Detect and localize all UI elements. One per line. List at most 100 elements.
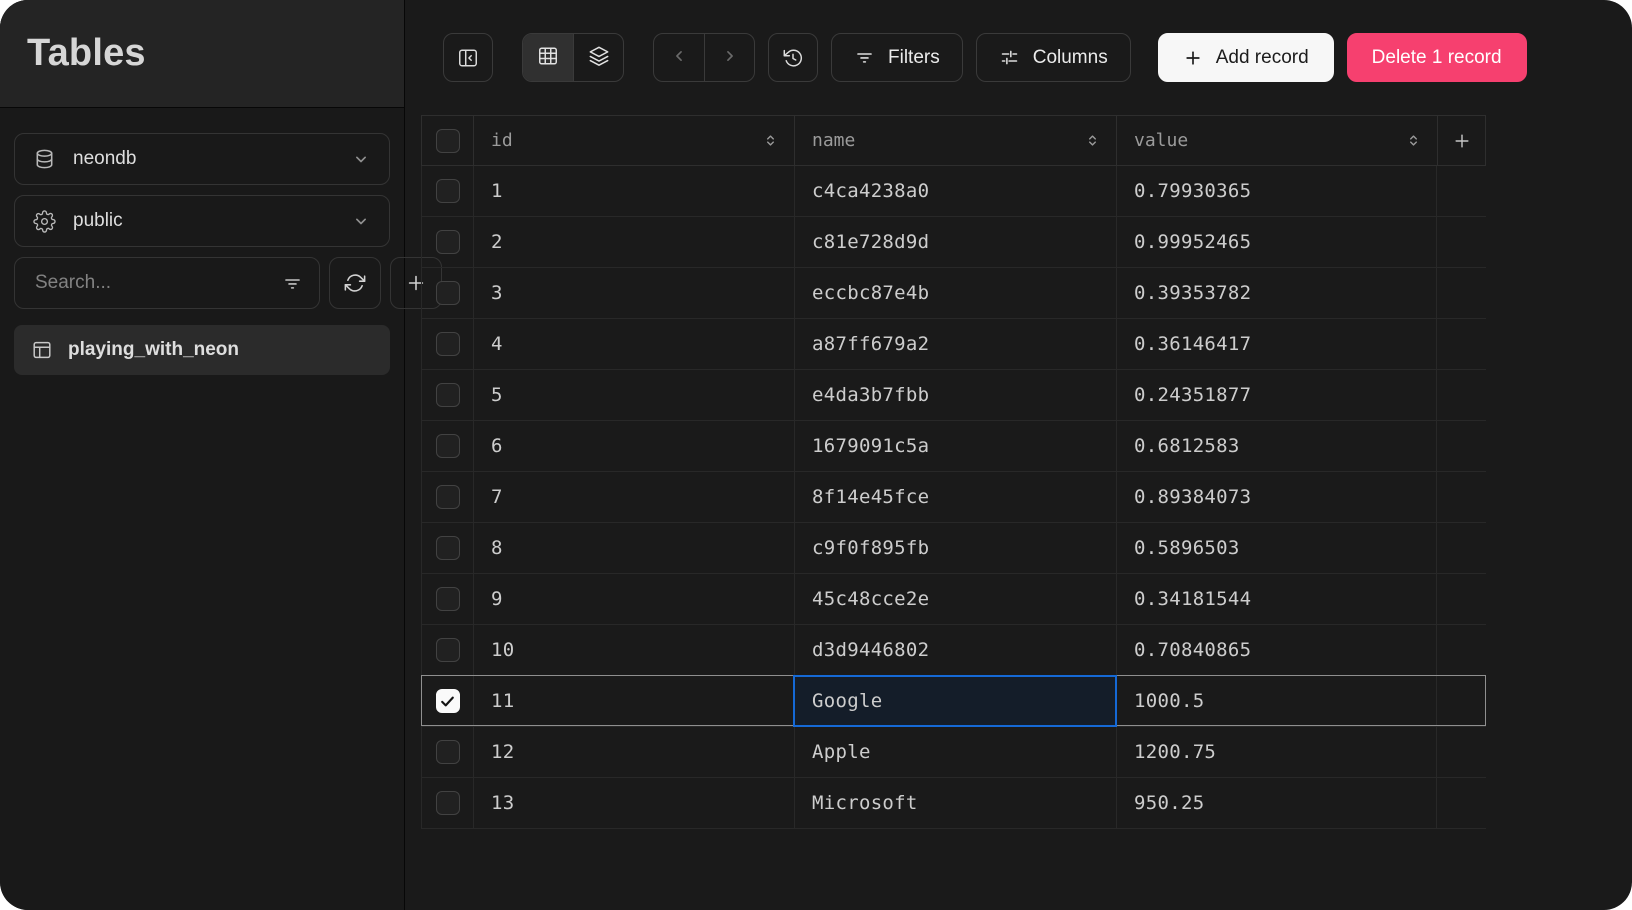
schema-select[interactable]: public: [14, 195, 390, 247]
cell-id[interactable]: 4: [473, 319, 794, 369]
row-checkbox[interactable]: [435, 230, 460, 254]
cell-value[interactable]: 0.34181544: [1116, 574, 1437, 624]
cell-name[interactable]: c9f0f895fb: [794, 523, 1116, 573]
select-all-checkbox[interactable]: [435, 128, 460, 153]
row-checkbox[interactable]: [435, 587, 460, 611]
cell-name[interactable]: 8f14e45fce: [794, 472, 1116, 522]
table-row[interactable]: 6 1679091c5a 0.6812583: [421, 421, 1486, 472]
cell-value[interactable]: 0.6812583: [1116, 421, 1437, 471]
table-row[interactable]: 12 Apple 1200.75: [421, 727, 1486, 778]
cell-value[interactable]: 0.5896503: [1116, 523, 1437, 573]
cell-name[interactable]: a87ff679a2: [794, 319, 1116, 369]
chevron-left-icon: [669, 46, 689, 69]
cell-value[interactable]: 0.36146417: [1116, 319, 1437, 369]
row-checkbox[interactable]: [435, 383, 460, 407]
row-checkbox[interactable]: [435, 638, 460, 662]
table-row[interactable]: 1 c4ca4238a0 0.79930365: [421, 166, 1486, 217]
collapse-sidebar-button[interactable]: [443, 33, 493, 82]
schema-select-label: public: [73, 210, 123, 231]
cell-id[interactable]: 1: [473, 166, 794, 216]
table-row[interactable]: 2 c81e728d9d 0.99952465: [421, 217, 1486, 268]
delete-record-button[interactable]: Delete 1 record: [1346, 33, 1527, 82]
cell-id[interactable]: 8: [473, 523, 794, 573]
add-record-button-label: Add record: [1215, 46, 1309, 68]
cell-name[interactable]: 1679091c5a: [794, 421, 1116, 471]
sidebar-item-table[interactable]: playing_with_neon: [14, 325, 390, 375]
column-header-name[interactable]: name: [794, 116, 1116, 165]
cell-value[interactable]: 0.70840865: [1116, 625, 1437, 675]
column-header-value[interactable]: value: [1116, 116, 1437, 165]
database-select[interactable]: neondb: [14, 133, 390, 185]
cell-value[interactable]: 1000.5: [1116, 676, 1437, 726]
cell-id[interactable]: 5: [473, 370, 794, 420]
cell-name[interactable]: e4da3b7fbb: [794, 370, 1116, 420]
cell-name[interactable]: 45c48cce2e: [794, 574, 1116, 624]
table-row[interactable]: 11 Google 1000.5: [421, 675, 1486, 727]
row-checkbox[interactable]: [435, 689, 460, 713]
cell-value[interactable]: 950.25: [1116, 778, 1437, 828]
cell-value[interactable]: 0.79930365: [1116, 166, 1437, 216]
cell-name[interactable]: c81e728d9d: [794, 217, 1116, 267]
row-checkbox[interactable]: [435, 281, 460, 305]
row-checkbox[interactable]: [435, 740, 460, 764]
cell-id[interactable]: 12: [473, 727, 794, 777]
prev-page-button[interactable]: [654, 34, 704, 81]
cell-id[interactable]: 10: [473, 625, 794, 675]
filters-button[interactable]: Filters: [831, 33, 963, 82]
add-record-button[interactable]: Add record: [1157, 33, 1334, 82]
cell-value[interactable]: 0.99952465: [1116, 217, 1437, 267]
table-row[interactable]: 5 e4da3b7fbb 0.24351877: [421, 370, 1486, 421]
cell-name[interactable]: c4ca4238a0: [794, 166, 1116, 216]
row-checkbox[interactable]: [435, 485, 460, 509]
row-checkbox[interactable]: [435, 434, 460, 458]
history-icon: [782, 47, 804, 69]
table-view-button[interactable]: [523, 34, 573, 81]
table-row[interactable]: 13 Microsoft 950.25: [421, 778, 1486, 829]
cell-value[interactable]: 0.39353782: [1116, 268, 1437, 318]
layers-view-button[interactable]: [573, 34, 623, 81]
cell-name[interactable]: Apple: [794, 727, 1116, 777]
cell-value[interactable]: 0.24351877: [1116, 370, 1437, 420]
main-panel: Filters Columns Add record Delete 1 reco…: [406, 0, 1632, 910]
cell-value[interactable]: 1200.75: [1116, 727, 1437, 777]
row-checkbox-cell: [421, 574, 473, 624]
next-page-button[interactable]: [704, 34, 754, 81]
row-checkbox[interactable]: [435, 536, 460, 560]
cell-id[interactable]: 13: [473, 778, 794, 828]
search-row: [14, 257, 442, 309]
sort-icon[interactable]: [761, 131, 780, 150]
search-box: [14, 257, 320, 309]
table-row[interactable]: 8 c9f0f895fb 0.5896503: [421, 523, 1486, 574]
cell-id[interactable]: 7: [473, 472, 794, 522]
cell-id[interactable]: 11: [473, 676, 794, 726]
row-checkbox[interactable]: [435, 179, 460, 203]
sidebar: Tables neondb public Search... playing_w…: [0, 0, 442, 910]
sort-icon[interactable]: [1083, 131, 1102, 150]
cell-id[interactable]: 9: [473, 574, 794, 624]
cell-name[interactable]: eccbc87e4b: [794, 268, 1116, 318]
panel-collapse-icon: [457, 47, 479, 69]
table-row[interactable]: 10 d3d9446802 0.70840865: [421, 625, 1486, 676]
cell-id[interactable]: 2: [473, 217, 794, 267]
cell-id[interactable]: 3: [473, 268, 794, 318]
cell-value[interactable]: 0.89384073: [1116, 472, 1437, 522]
row-checkbox-cell: [421, 268, 473, 318]
history-button[interactable]: [768, 33, 818, 82]
table-row[interactable]: 9 45c48cce2e 0.34181544: [421, 574, 1486, 625]
columns-button[interactable]: Columns: [975, 33, 1131, 82]
sort-icon[interactable]: [1404, 131, 1423, 150]
cell-name[interactable]: d3d9446802: [794, 625, 1116, 675]
table-row[interactable]: 3 eccbc87e4b 0.39353782: [421, 268, 1486, 319]
row-checkbox[interactable]: [435, 332, 460, 356]
search-input[interactable]: [33, 271, 282, 295]
cell-id[interactable]: 6: [473, 421, 794, 471]
row-checkbox-cell: [421, 472, 473, 522]
add-column-button[interactable]: [1437, 116, 1486, 165]
column-header-id[interactable]: id: [473, 116, 794, 165]
table-row[interactable]: 4 a87ff679a2 0.36146417: [421, 319, 1486, 370]
cell-name[interactable]: Microsoft: [794, 778, 1116, 828]
row-checkbox[interactable]: [435, 791, 460, 815]
refresh-button[interactable]: [329, 257, 381, 309]
cell-name[interactable]: Google: [793, 675, 1117, 727]
table-row[interactable]: 7 8f14e45fce 0.89384073: [421, 472, 1486, 523]
